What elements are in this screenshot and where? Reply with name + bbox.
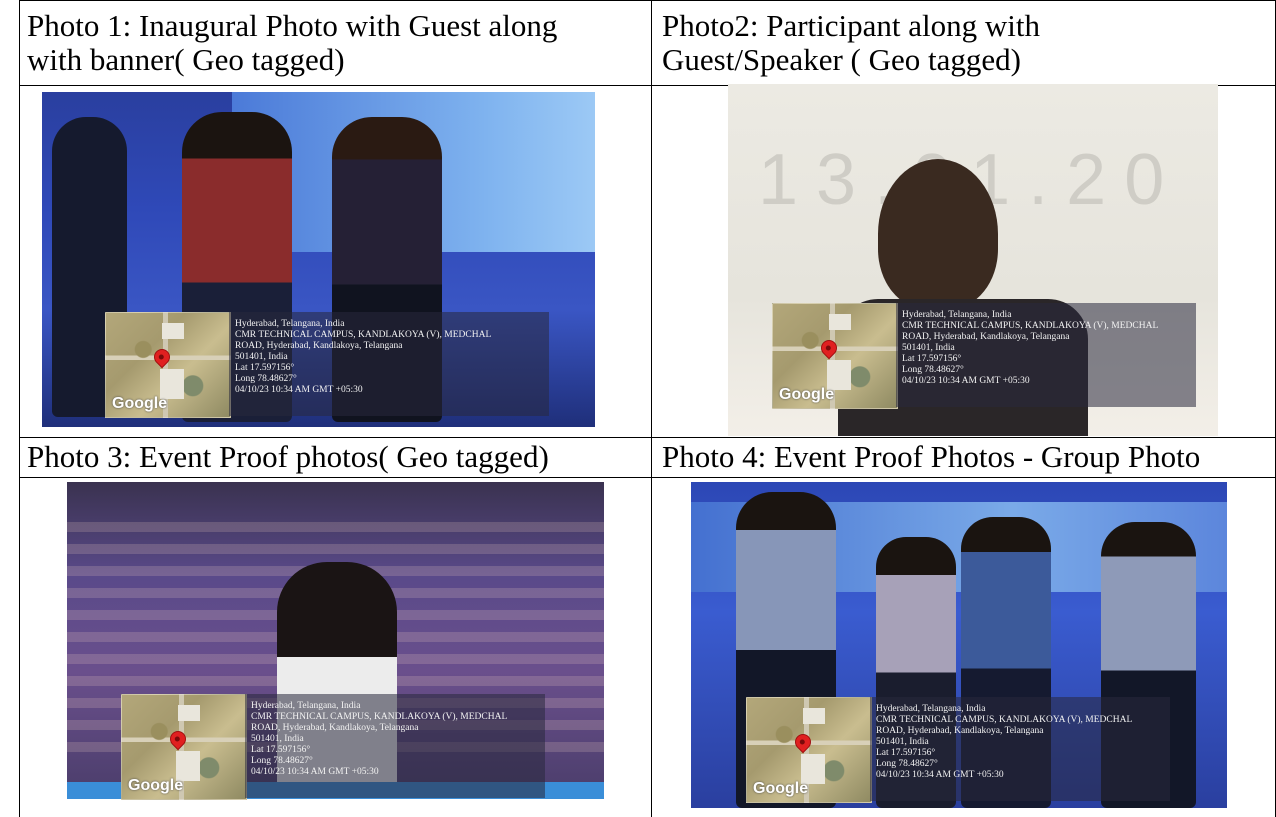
map-pin-icon — [166, 727, 190, 751]
table-border-row2 — [19, 437, 1276, 438]
caption-photo-2-line-1: Photo2: Participant along with — [662, 8, 1040, 43]
table-border-top — [19, 0, 1276, 1]
google-logo: Google — [753, 780, 809, 797]
speaker-person — [878, 159, 998, 309]
map-pin-icon — [150, 345, 174, 369]
geotag-location: Hyderabad, Telangana, India — [235, 319, 345, 329]
geotag-location: Hyderabad, Telangana, India — [876, 704, 986, 714]
geotag-map-thumbnail: Google — [772, 303, 898, 409]
caption-photo-1-line-2: with banner( Geo tagged) — [27, 42, 345, 77]
table-border-row3 — [19, 477, 1276, 478]
geotag-postal: 501401, India — [876, 737, 929, 747]
table-border-middle — [651, 0, 652, 817]
caption-photo-4-line-1: Photo 4: Event Proof Photos - Group Phot… — [662, 439, 1201, 474]
geotag-address-2: ROAD, Hyderabad, Kandlakoya, Telangana — [251, 723, 419, 733]
google-logo: Google — [112, 395, 168, 412]
geotag-map-thumbnail: Google — [105, 312, 231, 418]
geotag-location: Hyderabad, Telangana, India — [251, 701, 361, 711]
caption-photo-3-line-1: Photo 3: Event Proof photos( Geo tagged) — [27, 439, 549, 474]
geotag-address-1: CMR TECHNICAL CAMPUS, KANDLAKOYA (V), ME… — [251, 712, 508, 722]
caption-photo-4: Photo 4: Event Proof Photos - Group Phot… — [662, 440, 1200, 474]
geotag-address-1: CMR TECHNICAL CAMPUS, KANDLAKOYA (V), ME… — [235, 330, 492, 340]
geotag-map-thumbnail: Google — [746, 697, 872, 803]
google-logo: Google — [128, 777, 184, 794]
geotag-postal: 501401, India — [902, 343, 955, 353]
geotag-timestamp: 04/10/23 10:34 AM GMT +05:30 — [235, 385, 363, 395]
caption-photo-1-line-1: Photo 1: Inaugural Photo with Guest alon… — [27, 8, 558, 43]
geotag-text: Hyderabad, Telangana, India CMR TECHNICA… — [245, 694, 545, 798]
caption-photo-3: Photo 3: Event Proof photos( Geo tagged) — [27, 440, 549, 474]
geotag-location: Hyderabad, Telangana, India — [902, 310, 1012, 320]
geotag-timestamp: 04/10/23 10:34 AM GMT +05:30 — [251, 767, 379, 777]
geotag-text: Hyderabad, Telangana, India CMR TECHNICA… — [896, 303, 1196, 407]
geotag-lat: Lat 17.597156° — [235, 363, 295, 373]
caption-photo-1: Photo 1: Inaugural Photo with Guest alon… — [27, 9, 557, 77]
geotag-address-2: ROAD, Hyderabad, Kandlakoya, Telangana — [235, 341, 403, 351]
geotag-lat: Lat 17.597156° — [251, 745, 311, 755]
geotag-lat: Lat 17.597156° — [902, 354, 962, 364]
caption-photo-2-line-2: Guest/Speaker ( Geo tagged) — [662, 42, 1021, 77]
geotag-address-1: CMR TECHNICAL CAMPUS, KANDLAKOYA (V), ME… — [902, 321, 1159, 331]
geotag-long: Long 78.48627° — [251, 756, 313, 766]
table-border-left — [19, 0, 20, 817]
geotag-timestamp: 04/10/23 10:34 AM GMT +05:30 — [902, 376, 1030, 386]
google-logo: Google — [779, 386, 835, 403]
geotag-long: Long 78.48627° — [902, 365, 964, 375]
geotag-long: Long 78.48627° — [876, 759, 938, 769]
geotag-postal: 501401, India — [251, 734, 304, 744]
geotag-address-2: ROAD, Hyderabad, Kandlakoya, Telangana — [902, 332, 1070, 342]
map-pin-icon — [791, 730, 815, 754]
geotag-long: Long 78.48627° — [235, 374, 297, 384]
map-pin-icon — [817, 336, 841, 360]
geotag-timestamp: 04/10/23 10:34 AM GMT +05:30 — [876, 770, 1004, 780]
caption-photo-2: Photo2: Participant along with Guest/Spe… — [662, 9, 1040, 77]
geotag-lat: Lat 17.597156° — [876, 748, 936, 758]
geotag-map-thumbnail: Google — [121, 694, 247, 800]
geotag-text: Hyderabad, Telangana, India CMR TECHNICA… — [229, 312, 549, 416]
geotag-address-2: ROAD, Hyderabad, Kandlakoya, Telangana — [876, 726, 1044, 736]
geotag-text: Hyderabad, Telangana, India CMR TECHNICA… — [870, 697, 1170, 801]
geotag-postal: 501401, India — [235, 352, 288, 362]
geotag-address-1: CMR TECHNICAL CAMPUS, KANDLAKOYA (V), ME… — [876, 715, 1133, 725]
